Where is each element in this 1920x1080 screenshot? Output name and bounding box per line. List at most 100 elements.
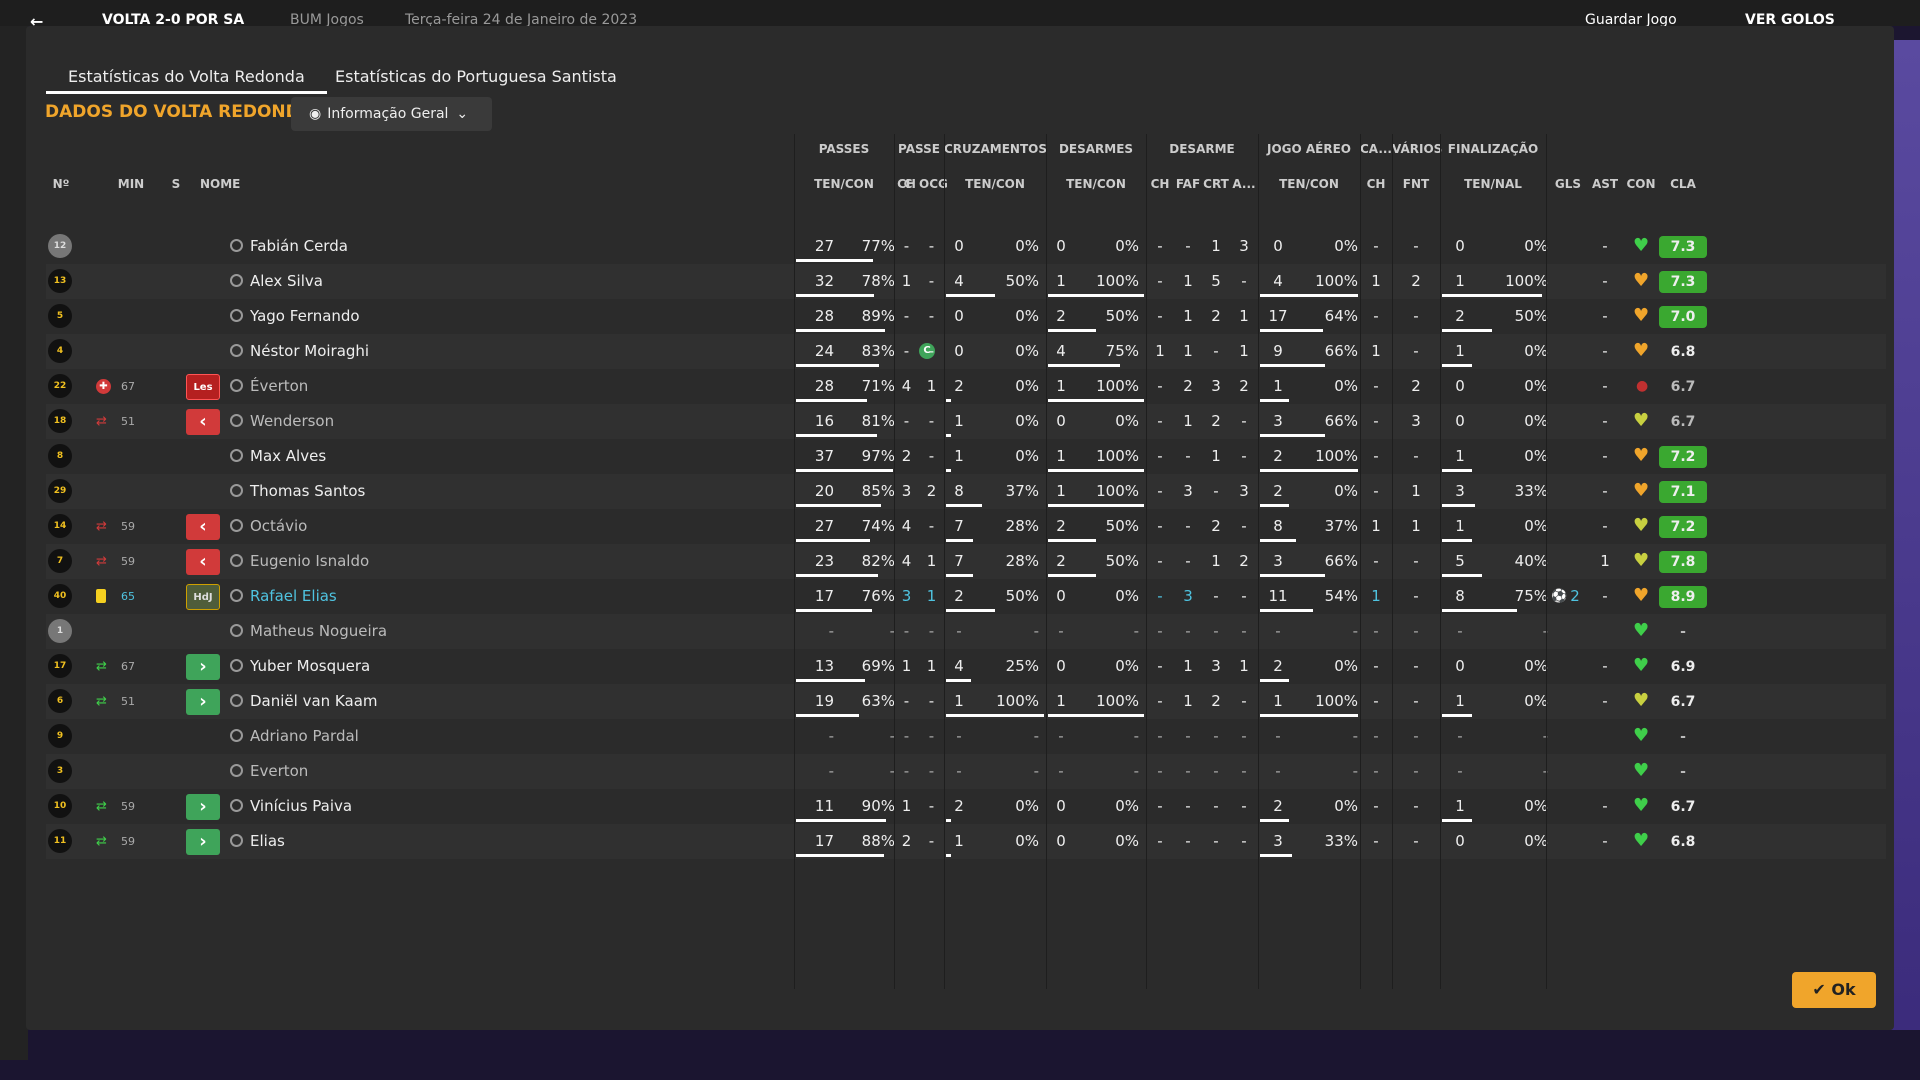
person-icon [230,834,243,847]
player-name[interactable]: Elias [250,824,650,859]
column-header-passes[interactable]: TEN/CON [794,177,894,191]
ok-button[interactable]: ✔ Ok [1792,972,1876,1008]
table-row[interactable]: 11 ⇄ 59 › Elias 17 88% 2-1 0% 0 0% - - - -3 33% - -0 0% - ♥ 6… [46,824,1886,859]
table-row[interactable]: 14 ⇄ 59 ‹ Octávio 27 74% 4-7 28% 2 50% - -2-8 37% 1 1 1 0… [46,509,1886,544]
table-row[interactable]: 1 Matheus Nogueira - - - - - - - - - - - - - - - - - - ♥ - [46,614,1886,649]
clearances: 1 [1239,307,1249,325]
crosses-bar [946,609,995,612]
headers-key: - [1373,552,1379,570]
player-name[interactable]: Yuber Mosquera [250,649,650,684]
player-name[interactable]: Daniël van Kaam [250,684,650,719]
person-icon [230,274,243,287]
back-icon[interactable]: ← [30,12,43,26]
player-name[interactable]: Fabián Cerda [250,229,650,264]
column-header-passe_ch[interactable]: CH [894,177,919,191]
aerial-won-pct: - [1352,762,1358,780]
table-row[interactable]: 6 ⇄ 51 › Daniël van Kaam 19 63% - -1 100% 1 100% -1 2… [46,684,1886,719]
sub-out-button[interactable]: ‹ [186,409,220,435]
player-name[interactable]: Alex Silva [250,264,650,299]
tackles-bar [1048,539,1096,542]
column-header-desarme_faf[interactable]: FAF [1174,177,1202,191]
condition-heart-icon: ♥ [1633,725,1650,746]
column-header-name[interactable]: NOME [200,177,300,191]
column-header-des[interactable]: TEN/CON [1046,177,1146,191]
column-header-cla[interactable]: CLA [1659,177,1707,191]
column-header-desarme_ch[interactable]: CH [1146,177,1174,191]
column-header-fin[interactable]: TEN/NAL [1440,177,1546,191]
condition-heart-icon: ♥ [1633,550,1650,571]
sub-in-button[interactable]: › [186,829,220,855]
player-name[interactable]: Matheus Nogueira [250,614,650,649]
player-name[interactable]: Yago Fernando [250,299,650,334]
column-header-aereo[interactable]: TEN/CON [1258,177,1360,191]
headers-key: 1 [1371,342,1381,360]
table-row[interactable]: 10 ⇄ 59 › Vinícius Paiva 11 90% 1-2 0% 0 0% - - - -2 0%… [46,789,1886,824]
save-game-button[interactable]: Guardar Jogo [1585,12,1677,26]
player-rating: 6.7 [1670,414,1696,430]
table-row[interactable]: 3 Everton - - - - - - - - - - - - - - - - - - ♥ - [46,754,1886,789]
player-name[interactable]: Néstor Moiraghi [250,334,650,369]
player-name[interactable]: Éverton [250,369,650,404]
chances-created: - [928,832,935,850]
person-icon [230,659,243,672]
sub-in-button[interactable]: › [186,654,220,680]
column-header-passe_ocg[interactable]: OCG [919,177,948,191]
player-name[interactable]: Octávio [250,509,650,544]
player-name[interactable]: Rafael Elias [250,579,650,614]
column-header-desarme_a[interactable]: A... [1230,177,1258,191]
sub-out-button[interactable]: ‹ [186,514,220,540]
player-name[interactable]: Vinícius Paiva [250,789,650,824]
view-goals-button[interactable]: VER GOLOS [1745,12,1835,26]
player-name[interactable]: Adriano Pardal [250,719,650,754]
player-name[interactable]: Wenderson [250,404,650,439]
passes-bar [796,714,859,717]
player-rating: - [1680,624,1686,640]
assists: - [1602,797,1608,815]
column-header-min[interactable]: MIN [108,177,154,191]
table-row[interactable]: 9 Adriano Pardal - - - - - - - - - - - - - - - - - - ♥ - [46,719,1886,754]
minutes-played [108,474,148,509]
table-row[interactable]: 5 Yago Fernando 28 89% - -0 0% 2 50% -1 2 1 17 64% - -2… [46,299,1886,334]
player-name[interactable]: Max Alves [250,439,650,474]
shots-on-target-pct: 0% [1524,797,1548,815]
table-row[interactable]: 40 65 HdJ Rafael Elias 17 76% 3 1 2 50% 0 0% -3- -11 5… [46,579,1886,614]
column-header-desarme_crt[interactable]: CRT [1202,177,1230,191]
view-dropdown[interactable]: ◉ Informação Geral ⌄ [291,97,492,131]
column-header-cruz[interactable]: TEN/CON [944,177,1046,191]
sub-out-button[interactable]: ‹ [186,549,220,575]
tab-volta-redonda[interactable]: Estatísticas do Volta Redonda [46,60,327,94]
shots-on-target-pct: 0% [1524,342,1548,360]
player-name[interactable]: Eugenio Isnaldo [250,544,650,579]
table-row[interactable]: 7 ⇄ 59 ‹ Eugenio Isnaldo 23 82% 4 1 7 28% 2 50% - -1 2 3… [46,544,1886,579]
table-row[interactable]: 22 ✚ 67 Les Éverton 28 71% 4 1 2 0% 1 100% -2 3 2 1 0% -2 0… [46,369,1886,404]
column-header-num[interactable]: Nº [46,177,76,191]
column-header-ast[interactable]: AST [1587,177,1623,191]
table-row[interactable]: 17 ⇄ 67 › Yuber Mosquera 13 69% 1 1 4 25% 0 0% -1 3 1 2 0… [46,649,1886,684]
minutes-played [108,719,148,754]
shirt-number-icon: 8 [48,444,72,468]
column-header-varios_fnt[interactable]: FNT [1392,177,1440,191]
table-row[interactable]: 12 Fabián Cerda 27 77% - -0 0% 0 0% - -1 3 0 0% - -0 0% -… [46,229,1886,264]
assists: 1 [1600,552,1610,570]
shirt-number-icon: 11 [48,829,72,853]
chances-created: - [928,237,935,255]
key-passes: - [903,307,910,325]
dropdown-label: Informação Geral [327,106,449,122]
tab-portuguesa-santista[interactable]: Estatísticas do Portuguesa Santista [313,60,639,94]
player-name[interactable]: Thomas Santos [250,474,650,509]
goals [1549,824,1587,859]
table-row[interactable]: 4 Néstor Moiraghi C 24 83% - -0 0% 4 75% 1 1-1 9 66% 1… [46,334,1886,369]
table-row[interactable]: 13 Alex Silva 32 78% 1-4 50% 1 100% -1 5-4 100% 1 2 1… [46,264,1886,299]
sub-in-button[interactable]: › [186,794,220,820]
sub-in-button[interactable]: › [186,689,220,715]
player-name[interactable]: Everton [250,754,650,789]
column-header-gls[interactable]: GLS [1549,177,1587,191]
table-row[interactable]: 29 Thomas Santos 20 85% 3 2 8 37% 1 100% -3-3 2 0% -1… [46,474,1886,509]
column-header-ca_ch[interactable]: CH [1360,177,1392,191]
table-row[interactable]: 8 Max Alves 37 97% 2-1 0% 1 100% - -1-2 100% - -1 0% -… [46,439,1886,474]
column-header-con[interactable]: CON [1623,177,1659,191]
misc-fnt: 1 [1411,482,1421,500]
table-row[interactable]: 18 ⇄ 51 ‹ Wenderson 16 81% - -1 0% 0 0% -1 2-3 66% -3 0 0… [46,404,1886,439]
column-header-s[interactable]: S [166,177,186,191]
condition-heart-icon: ♥ [1633,830,1650,851]
